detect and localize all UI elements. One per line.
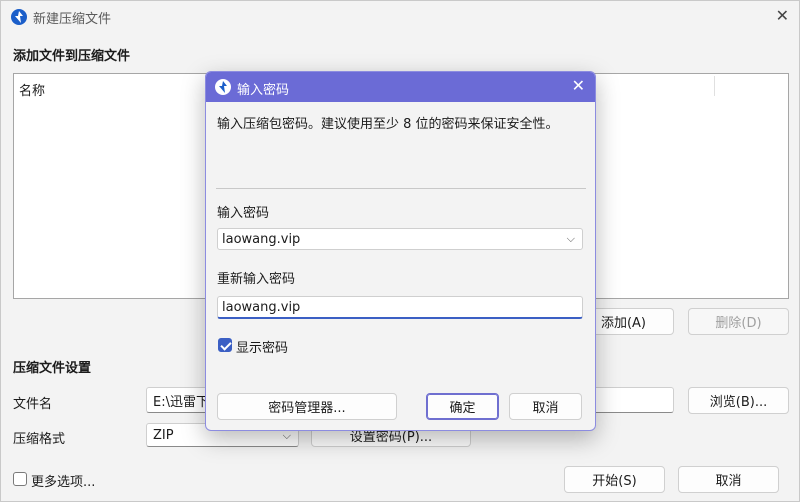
list-header-name[interactable]: 名称 [19, 80, 45, 99]
app-logo-icon [11, 9, 27, 25]
archive-settings-section-title: 压缩文件设置 [13, 361, 92, 376]
reenter-password-label: 重新输入密码 [217, 272, 296, 287]
password-label: 输入密码 [217, 206, 270, 221]
delete-button[interactable]: 删除(D) [688, 308, 789, 335]
close-icon[interactable]: ✕ [776, 8, 789, 24]
dialog-title: 输入密码 [237, 83, 290, 98]
format-label: 压缩格式 [13, 432, 66, 447]
dialog-separator [216, 188, 586, 189]
main-titlebar: 新建压缩文件 ✕ [1, 1, 799, 33]
column-divider [714, 76, 715, 96]
more-options-label[interactable]: 更多选项... [31, 471, 95, 490]
password-value: laowang.vip [222, 231, 301, 247]
browse-button[interactable]: 浏览(B)... [688, 387, 789, 414]
dialog-description: 输入压缩包密码。建议使用至少 8 位的密码来保证安全性。 [217, 117, 559, 132]
main-cancel-button[interactable]: 取消 [678, 466, 779, 493]
ok-button[interactable]: 确定 [426, 393, 499, 420]
chevron-down-icon[interactable]: ⌵ [567, 232, 575, 246]
format-value: ZIP [153, 427, 174, 443]
show-password-label[interactable]: 显示密码 [236, 337, 288, 356]
password-input[interactable]: laowang.vip ⌵ [217, 228, 583, 250]
main-window-title: 新建压缩文件 [33, 12, 112, 27]
filename-value: E:\迅雷下 [153, 394, 209, 410]
dialog-titlebar: 输入密码 ✕ [206, 72, 595, 102]
chevron-down-icon: ⌵ [282, 429, 291, 442]
dialog-cancel-button[interactable]: 取消 [509, 393, 582, 420]
reenter-password-value: laowang.vip [222, 299, 301, 315]
more-options-checkbox[interactable] [13, 472, 27, 486]
app-logo-icon [215, 79, 231, 95]
reenter-password-input[interactable]: laowang.vip [217, 296, 583, 319]
filename-label: 文件名 [13, 397, 53, 412]
add-files-section-title: 添加文件到压缩文件 [13, 49, 131, 64]
close-icon[interactable]: ✕ [572, 78, 585, 94]
start-button[interactable]: 开始(S) [564, 466, 665, 493]
password-dialog: 输入密码 ✕ 输入压缩包密码。建议使用至少 8 位的密码来保证安全性。 输入密码… [205, 71, 596, 431]
password-manager-button[interactable]: 密码管理器... [217, 393, 397, 420]
show-password-checkbox[interactable] [218, 338, 232, 352]
